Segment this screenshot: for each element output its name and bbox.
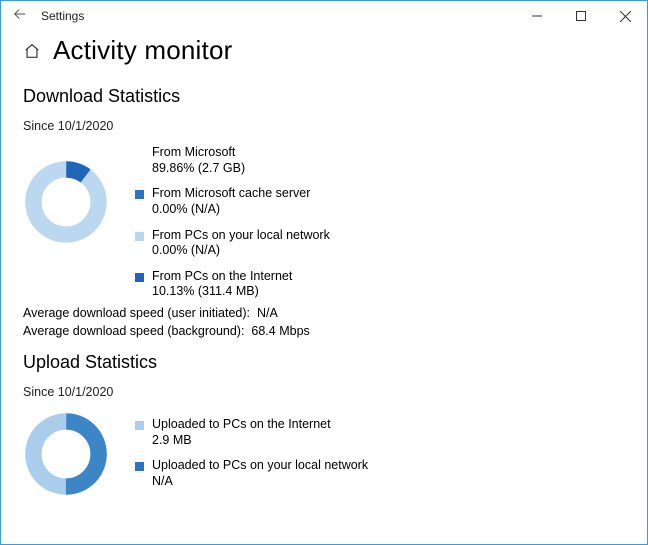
legend-value: 0.00% (N/A): [152, 202, 310, 218]
legend-item: From Microsoft 89.86% (2.7 GB): [135, 145, 330, 176]
upload-since: Since 10/1/2020: [23, 385, 625, 399]
window-title: Settings: [41, 9, 84, 23]
close-button[interactable]: [603, 1, 647, 31]
back-button[interactable]: [7, 7, 33, 25]
page-content: Activity monitor Download Statistics Sin…: [1, 31, 647, 529]
legend-value: N/A: [152, 474, 368, 490]
swatch-icon: [135, 273, 144, 282]
avg-download-bg: Average download speed (background): 68.…: [23, 324, 625, 338]
titlebar: Settings: [1, 1, 647, 31]
download-heading: Download Statistics: [23, 86, 625, 107]
legend-item: Uploaded to PCs on your local network N/…: [135, 458, 368, 489]
upload-section: Upload Statistics Since 10/1/2020 Upload…: [23, 352, 625, 497]
swatch-icon: [135, 232, 144, 241]
legend-item: From Microsoft cache server 0.00% (N/A): [135, 186, 330, 217]
swatch-icon: [135, 421, 144, 430]
home-icon[interactable]: [23, 42, 41, 60]
legend-label: Uploaded to PCs on your local network: [152, 458, 368, 474]
legend-label: From PCs on your local network: [152, 228, 330, 244]
legend-label: From Microsoft cache server: [152, 186, 310, 202]
legend-item: From PCs on the Internet 10.13% (311.4 M…: [135, 269, 330, 300]
legend-value: 10.13% (311.4 MB): [152, 284, 292, 300]
swatch-icon: [135, 190, 144, 199]
legend-item: Uploaded to PCs on the Internet 2.9 MB: [135, 417, 368, 448]
legend-item: From PCs on your local network 0.00% (N/…: [135, 228, 330, 259]
page-title: Activity monitor: [53, 35, 232, 66]
legend-value: 0.00% (N/A): [152, 243, 330, 259]
download-legend: From Microsoft 89.86% (2.7 GB) From Micr…: [135, 145, 330, 300]
swatch-icon: [135, 149, 144, 158]
upload-legend: Uploaded to PCs on the Internet 2.9 MB U…: [135, 411, 368, 490]
legend-value: 89.86% (2.7 GB): [152, 161, 245, 177]
minimize-button[interactable]: [515, 1, 559, 31]
download-donut-chart: [23, 159, 109, 245]
download-section: Download Statistics Since 10/1/2020 From…: [23, 86, 625, 338]
legend-label: From Microsoft: [152, 145, 245, 161]
maximize-button[interactable]: [559, 1, 603, 31]
legend-value: 2.9 MB: [152, 433, 331, 449]
legend-label: Uploaded to PCs on the Internet: [152, 417, 331, 433]
upload-donut-chart: [23, 411, 109, 497]
upload-heading: Upload Statistics: [23, 352, 625, 373]
page-header: Activity monitor: [23, 35, 625, 66]
legend-label: From PCs on the Internet: [152, 269, 292, 285]
download-since: Since 10/1/2020: [23, 119, 625, 133]
avg-download-user: Average download speed (user initiated):…: [23, 306, 625, 320]
swatch-icon: [135, 462, 144, 471]
